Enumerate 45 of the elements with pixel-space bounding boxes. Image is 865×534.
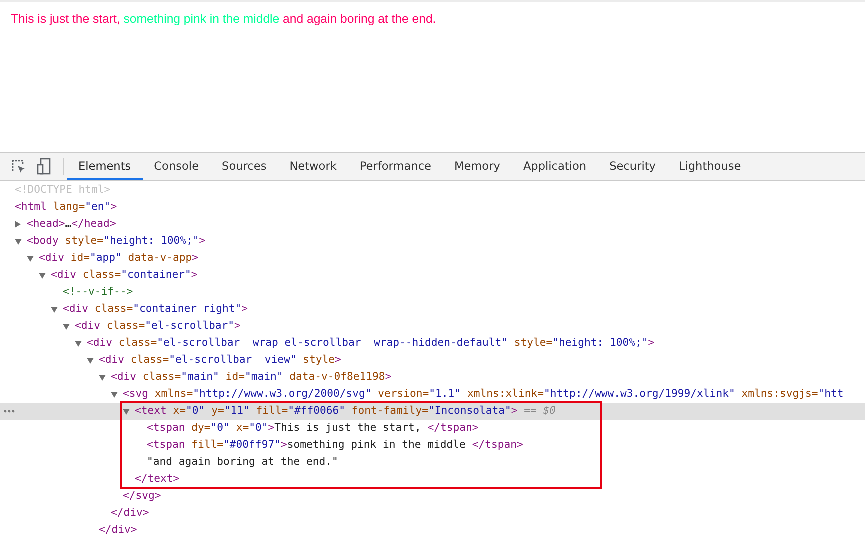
dom-node-line[interactable]: <div class="container">	[51, 267, 198, 284]
dom-node-line[interactable]: <div class="el-scrollbar__wrap el-scrollbar__wrap--hidden-default" style="height: 100%;">	[87, 335, 655, 352]
collapse-triangle-icon[interactable]	[15, 238, 22, 244]
expand-triangle-icon[interactable]	[15, 221, 21, 228]
dom-node-line[interactable]: <html lang="en">	[15, 199, 118, 216]
devtools-tab[interactable]: Sources	[210, 153, 278, 180]
selected-row[interactable]: <text x="0" y="11" fill="#ff0066" font-family="Inconsolata"> == $0	[0, 403, 865, 420]
devtools-tab[interactable]: Elements	[67, 153, 143, 180]
dom-node-line[interactable]: <tspan fill="#00ff97">something pink in the middle </tspan>	[147, 437, 524, 454]
dom-node-line[interactable]: </div>	[99, 522, 138, 534]
devtools-tab[interactable]: Network	[278, 153, 348, 180]
collapse-triangle-icon[interactable]	[123, 408, 130, 414]
devtools-tab[interactable]: Console	[142, 153, 211, 180]
dom-node-line[interactable]: <tspan dy="0" x="0">This is just the start, </tspan>	[147, 420, 479, 437]
devtools-tab[interactable]: Memory	[442, 153, 512, 180]
collapse-triangle-icon[interactable]	[51, 306, 58, 312]
dom-node-line[interactable]: </svg>	[123, 488, 162, 505]
dom-node-line[interactable]: <div class="el-scrollbar__view" style>	[99, 352, 342, 369]
inspect-icon[interactable]	[11, 158, 27, 174]
dom-node-line[interactable]: </div>	[111, 505, 150, 522]
collapse-triangle-icon[interactable]	[75, 340, 82, 346]
dom-node-line[interactable]: <div class="el-scrollbar">	[75, 318, 241, 335]
dom-node-line[interactable]: <!--v-if-->	[63, 284, 134, 301]
dom-node-line[interactable]: <head>…</head>	[27, 216, 116, 233]
dom-node-line[interactable]: <div class="main" id="main" data-v-0f8e1198>	[111, 369, 392, 386]
dom-node-line[interactable]: <div id="app" data-v-app>	[39, 250, 198, 267]
collapse-triangle-icon[interactable]	[63, 324, 70, 330]
dom-node-line[interactable]: <body style="height: 100%;">	[27, 233, 206, 250]
rendered-text: This is just the start, something pink in the middle and again boring at the end.	[10, 11, 438, 26]
collapse-triangle-icon[interactable]	[27, 256, 34, 262]
collapse-triangle-icon[interactable]	[87, 358, 94, 364]
dom-node-line[interactable]: <div class="container_right">	[63, 301, 248, 318]
dom-node-line[interactable]: "and again boring at the end."	[147, 454, 338, 471]
collapse-triangle-icon[interactable]	[111, 392, 118, 398]
collapse-triangle-icon[interactable]	[99, 374, 106, 380]
dom-node-line[interactable]: </text>	[135, 471, 180, 488]
more-icon[interactable]	[4, 410, 15, 413]
devtools-tab[interactable]: Lighthouse	[667, 153, 753, 180]
dom-node-line[interactable]: <text x="0" y="11" fill="#ff0066" font-family="Inconsolata"> == $0	[135, 403, 556, 420]
devtools-tab[interactable]: Performance	[348, 153, 443, 180]
collapse-triangle-icon[interactable]	[39, 272, 46, 278]
device-toolbar-icon[interactable]	[37, 158, 53, 176]
dom-node-line[interactable]: <svg xmlns="http://www.w3.org/2000/svg" version="1.1" xmlns:xlink="http://www.w3.org/1999/xlink" xmlns:svgjs="htt	[123, 386, 844, 403]
devtools-tab[interactable]: Security	[598, 153, 668, 180]
devtools-tab[interactable]: Application	[512, 153, 598, 180]
